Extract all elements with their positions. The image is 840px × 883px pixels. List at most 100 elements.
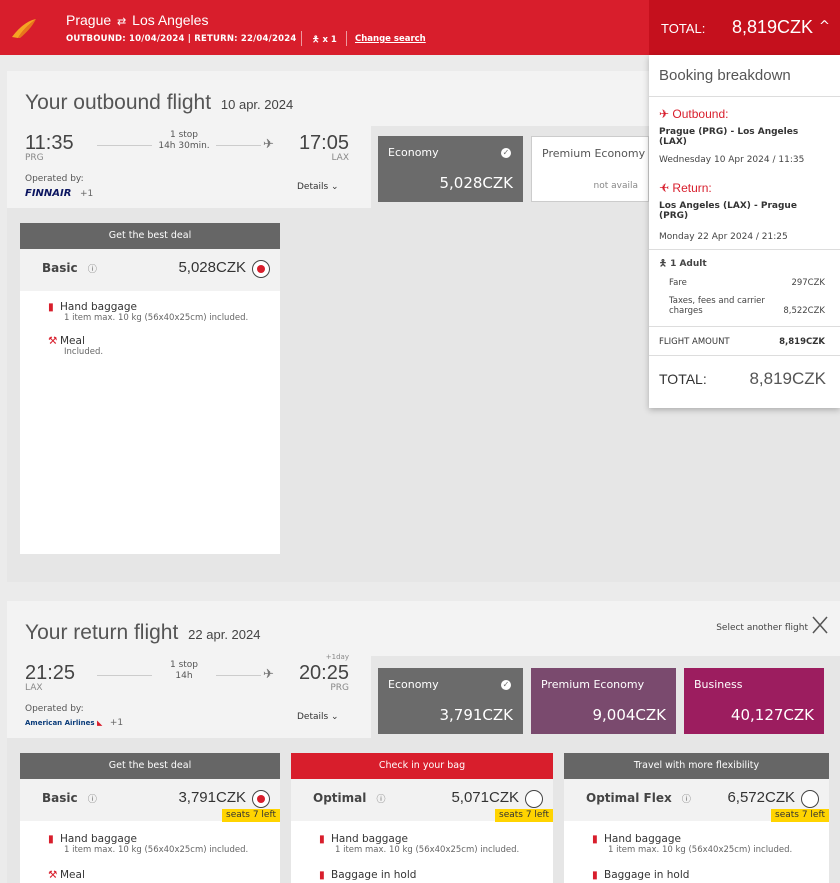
panel-total-label: TOTAL: [659,371,707,387]
check-icon: ✓ [501,148,511,158]
return-flight-info: 21:25 LAX 1 stop 14h ✈ +1day 20:25 PRG O… [7,653,371,738]
feature-hand-baggage: ▮ Hand baggage 1 item max. 10 kg (56x40x2… [48,833,248,855]
outbound-leg-label: ✈ Outbound: [659,107,728,121]
seats-left-badge: seats 7 left [771,809,829,822]
change-search-link[interactable]: Change search [355,34,426,44]
more-airlines: +1 [109,718,124,728]
bag-icon: ▮ [48,833,54,845]
return-datetime: Monday 22 Apr 2024 / 21:25 [659,232,788,242]
flight-amount-label: FLIGHT AMOUNT [659,337,730,347]
tab-pointer [444,202,458,209]
fare-card-basic: Get the best deal Basic ⓘ 3,791CZK seats… [20,753,280,883]
tab-economy[interactable]: Economy ✓ 3,791CZK [378,668,523,734]
info-icon[interactable]: ⓘ [377,795,386,805]
outbound-route: Prague (PRG) - Los Angeles (LAX) [659,127,799,147]
departure-time: 21:25 [25,662,76,684]
arrival-time: 20:25 [298,662,349,684]
feature-title: Baggage in hold [604,869,690,881]
return-title: Your return flight 22 apr. 2024 [25,621,260,645]
select-another-flight-link[interactable]: Select another flight [716,623,808,633]
fare-name-text: Basic [42,791,78,805]
operated-by-label: Operated by: [25,174,84,184]
tab-business[interactable]: Business 40,127CZK [684,668,824,734]
adult-count: 🯅 1 Adult [659,256,707,272]
fare-card-summary[interactable]: Basic ⓘ 5,028CZK [20,249,280,291]
flight-amount-value: 8,819CZK [779,337,825,347]
passenger-count-label: x 1 [322,35,337,45]
feature-title: Baggage in hold [331,869,417,881]
bag-icon: ▮ [592,833,598,845]
chevron-up-icon: ^ [819,19,830,34]
airline-logo: FINNAIR +1 [25,188,93,199]
tab-premium-economy: Premium Economy not availa [531,136,649,202]
check-icon: ✓ [501,680,511,690]
plane-icon: ✈ [659,107,670,121]
stops-info: 1 stop 14h 30min. [154,130,214,152]
fare-radio-selected[interactable] [252,260,270,278]
tab-premium-label: Premium Economy [542,147,646,160]
suitcase-icon: ▮ [319,869,325,881]
divider [346,31,347,46]
return-title-text: Your return flight [25,621,179,644]
airline-logo-icon [12,19,36,38]
route-line [216,145,261,146]
arrival-code: LAX [331,153,349,163]
feature-desc: 1 item max. 10 kg (56x40x25cm) included. [335,845,520,855]
tab-economy[interactable]: Economy ✓ 5,028CZK [378,136,523,202]
bag-icon: ▮ [48,301,54,313]
fare-price: 3,791CZK [178,789,246,806]
stops-info: 1 stop 14h [154,660,214,682]
details-toggle[interactable]: Details ⌄ [297,182,339,192]
feature-title: Meal [60,869,85,881]
info-icon[interactable]: ⓘ [88,265,97,275]
fare-radio[interactable] [525,790,543,808]
return-route: Los Angeles (LAX) - Prague (PRG) [659,201,797,221]
feature-title: Hand baggage [60,301,137,313]
flight-duration: 14h [175,671,193,681]
passenger-count: 🯅 x 1 [312,34,337,48]
meal-icon: ⚒ [48,335,58,347]
fare-card-summary[interactable]: Basic ⓘ 3,791CZK seats 7 left [20,779,280,822]
flight-amount-row: FLIGHT AMOUNT 8,819CZK [659,337,825,347]
fare-name-text: Basic [42,261,78,275]
fare-price: 5,028CZK [178,259,246,276]
total-toggle[interactable]: TOTAL: 8,819CZK ^ [649,0,840,55]
fare-price: 6,572CZK [727,789,795,806]
fare-name: Optimal ⓘ [313,791,386,805]
trip-dates: OUTBOUND: 10/04/2024 | RETURN: 22/04/202… [66,34,296,44]
feature-meal: ⚒ Meal Included. [48,335,103,357]
outbound-title: Your outbound flight 10 apr. 2024 [25,91,293,115]
meal-icon: ⚒ [48,869,58,881]
fare-name: Basic ⓘ [42,261,97,275]
divider [649,326,840,327]
plane-icon: ✈ [263,667,274,682]
return-section: Your return flight 22 apr. 2024 Select a… [7,601,840,883]
close-icon[interactable] [812,616,828,634]
origin-city: Prague [66,12,112,28]
route-line [216,675,261,676]
fare-label: Fare [669,278,687,288]
info-icon[interactable]: ⓘ [682,795,691,805]
adult-count-text: 1 Adult [670,259,707,269]
tab-premium-economy[interactable]: Premium Economy 9,004CZK [531,668,676,734]
fare-card-summary[interactable]: Optimal ⓘ 5,071CZK seats 7 left [291,779,553,822]
fare-radio-selected[interactable] [252,790,270,808]
outbound-datetime: Wednesday 10 Apr 2024 / 11:35 [659,155,805,165]
arrival-time: 17:05 [298,132,349,154]
info-icon[interactable]: ⓘ [88,795,97,805]
fare-card-heading: Travel with more flexibility [564,753,829,779]
fare-card-summary[interactable]: Optimal Flex ⓘ 6,572CZK seats 7 left [564,779,829,822]
feature-title: Hand baggage [604,833,681,845]
fare-price: 5,071CZK [451,789,519,806]
fare-card-optimal: Check in your bag Optimal ⓘ 5,071CZK sea… [291,753,553,883]
feature-title: Meal [60,335,85,347]
details-toggle[interactable]: Details ⌄ [297,712,339,722]
tab-economy-price: 5,028CZK [439,174,513,192]
feature-meal: ⚒ Meal [48,869,85,881]
tab-economy-price: 3,791CZK [439,706,513,724]
taxes-label: Taxes, fees and carrier charges [669,296,765,316]
departure-code: LAX [25,683,43,693]
fare-radio[interactable] [801,790,819,808]
tab-business-price: 40,127CZK [730,706,814,724]
booking-breakdown-panel: Booking breakdown ✈ Outbound: Prague (PR… [649,55,840,408]
